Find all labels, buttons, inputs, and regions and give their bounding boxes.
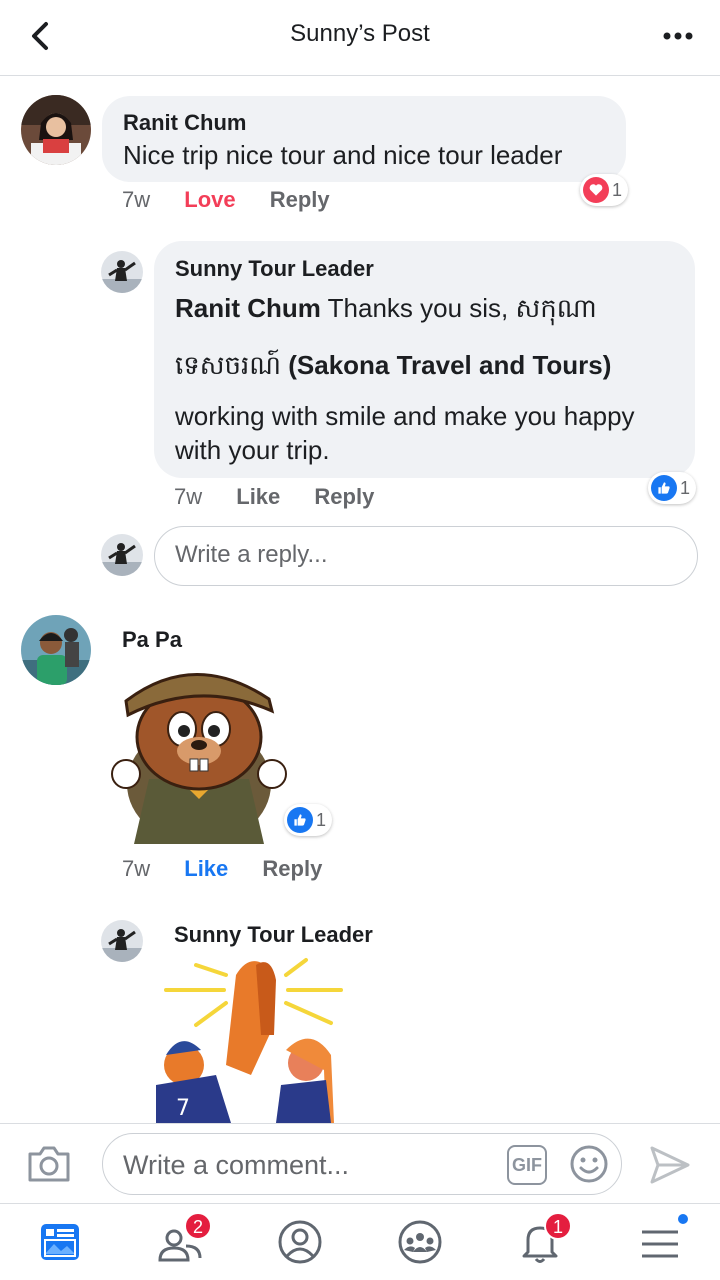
notifications-badge: 1 (544, 1212, 572, 1240)
comment-time: 7w (122, 187, 151, 212)
tab-friends[interactable]: 2 (156, 1212, 212, 1266)
page-title: Sunny’s Post (290, 20, 430, 47)
comment-author[interactable]: Pa Pa (122, 627, 182, 653)
tab-notifications[interactable]: 1 (516, 1212, 572, 1266)
reaction-count: 1 (316, 809, 327, 830)
send-icon[interactable] (648, 1144, 692, 1186)
comment-author[interactable]: Sunny Tour Leader (174, 922, 373, 948)
reaction-count: 1 (680, 477, 691, 498)
like-reaction-icon (651, 475, 677, 501)
reply-input[interactable]: Write a reply... (154, 526, 698, 586)
svg-text:7: 7 (176, 1096, 190, 1121)
tab-profile[interactable] (276, 1218, 324, 1266)
love-button[interactable]: Love (184, 187, 235, 212)
tab-news-feed[interactable] (36, 1218, 84, 1266)
comment-actions: 7w Like Reply (174, 484, 402, 510)
avatar[interactable] (101, 920, 143, 962)
groups-icon (398, 1220, 442, 1264)
emoji-icon[interactable] (569, 1144, 609, 1184)
more-options-icon[interactable] (660, 18, 696, 54)
avatar[interactable] (21, 95, 91, 165)
reaction-summary[interactable]: 1 (580, 174, 629, 206)
hamburger-menu-icon (642, 1230, 678, 1258)
high-five-sticker[interactable]: 7 (156, 955, 346, 1123)
like-reaction-icon (287, 807, 313, 833)
comment-author[interactable]: Sunny Tour Leader (175, 256, 374, 282)
comment-text: Thanks you sis, សកុណា (320, 293, 597, 323)
gif-button[interactable]: GIF (507, 1145, 547, 1185)
avatar[interactable] (101, 251, 143, 293)
profile-icon (278, 1220, 322, 1264)
like-button[interactable]: Like (236, 484, 280, 509)
reply-button[interactable]: Reply (262, 856, 322, 881)
comment-text: working with smile and make you happy wi… (175, 401, 635, 465)
comment-text-bold: (Sakona Travel and Tours) (281, 350, 612, 380)
news-feed-icon (41, 1224, 79, 1260)
comment-author[interactable]: Ranit Chum (123, 110, 246, 136)
comment-input[interactable]: Write a comment... GIF (102, 1133, 622, 1195)
comment-time: 7w (174, 484, 203, 509)
comment-text-line: Ranit Chum Thanks you sis, សកុណា (175, 291, 597, 325)
comments-feed[interactable]: Ranit Chum Nice trip nice tour and nice … (0, 77, 720, 1123)
comment-bubble[interactable]: Sunny Tour Leader Ranit Chum Thanks you … (154, 241, 695, 478)
tab-groups[interactable] (396, 1218, 444, 1266)
reaction-summary[interactable]: 1 (648, 472, 697, 504)
love-reaction-icon (583, 177, 609, 203)
reply-button[interactable]: Reply (314, 484, 374, 509)
mention-link[interactable]: Ranit Chum (175, 293, 321, 323)
bottom-tab-bar: 2 1 (0, 1203, 720, 1280)
comment-input-placeholder: Write a comment... (123, 1150, 350, 1180)
comment-text: ទេសចរណ៍ (175, 350, 282, 380)
tab-menu[interactable] (636, 1212, 690, 1266)
avatar[interactable] (21, 615, 91, 685)
beaver-sticker[interactable] (104, 659, 290, 849)
top-bar: Sunny’s Post (0, 0, 720, 76)
friends-badge: 2 (184, 1212, 212, 1240)
comment-bubble[interactable]: Ranit Chum Nice trip nice tour and nice … (102, 96, 626, 182)
camera-icon[interactable] (26, 1142, 72, 1186)
comment-actions: 7w Love Reply (122, 187, 358, 213)
reply-button[interactable]: Reply (270, 187, 330, 212)
menu-notification-dot (676, 1212, 690, 1226)
reaction-count: 1 (612, 179, 623, 200)
comment-time: 7w (122, 856, 151, 881)
comment-text-line: ទេសចរណ៍ (Sakona Travel and Tours) (175, 348, 611, 382)
reaction-summary[interactable]: 1 (284, 804, 333, 836)
comment-composer: Write a comment... GIF (0, 1123, 720, 1203)
avatar (101, 534, 143, 576)
comment-text: Nice trip nice tour and nice tour leader (123, 140, 563, 170)
comment-actions: 7w Like Reply (122, 856, 350, 882)
like-button[interactable]: Like (184, 856, 228, 881)
